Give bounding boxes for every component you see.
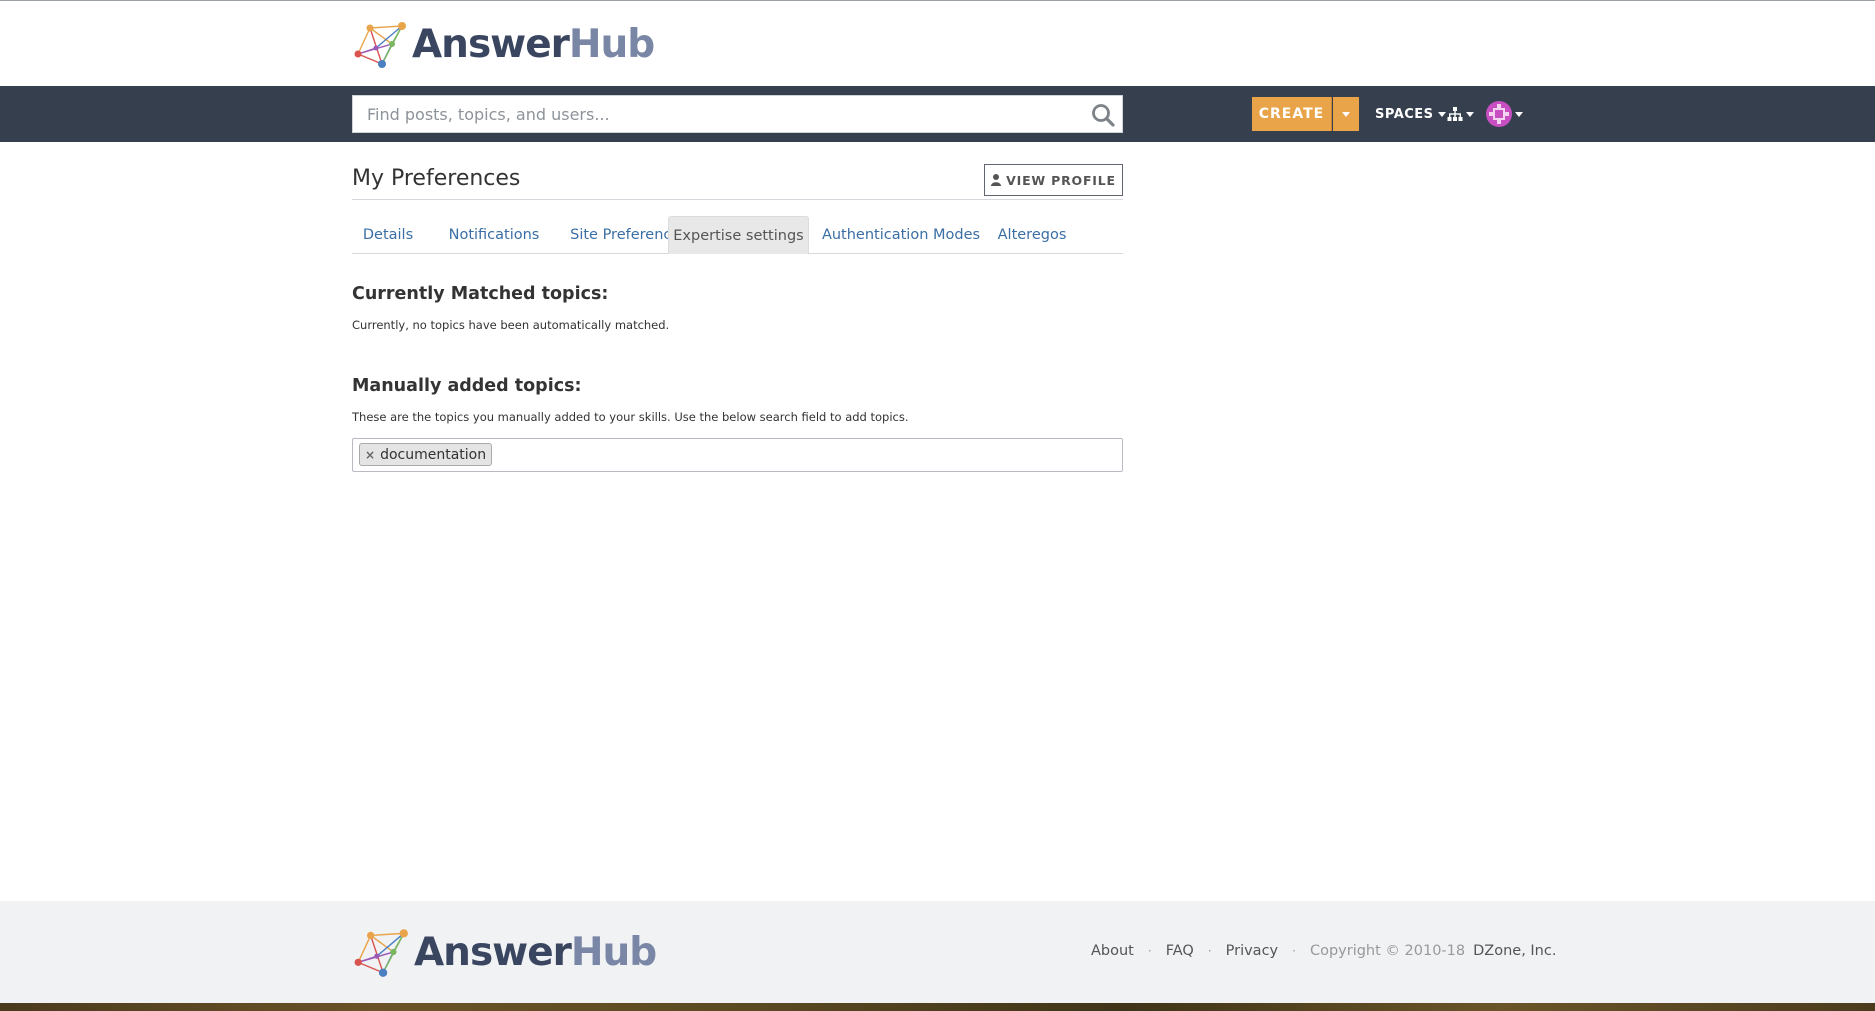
tab-authentication-modes[interactable]: Authentication Modes xyxy=(819,216,983,254)
tab-expertise-settings[interactable]: Expertise settings xyxy=(668,216,809,254)
footer-link-faq[interactable]: FAQ xyxy=(1166,943,1194,959)
title-divider xyxy=(352,199,1123,200)
logo-wordmark: AnswerHub xyxy=(414,929,657,975)
sites-menu[interactable] xyxy=(1447,97,1474,131)
spaces-label: SPACES xyxy=(1375,106,1434,122)
remove-tag-icon[interactable]: × xyxy=(365,448,375,462)
logo-wordmark: AnswerHub xyxy=(412,21,655,67)
separator: · xyxy=(1292,944,1296,958)
matched-topics-text: Currently, no topics have been automatic… xyxy=(352,318,670,332)
chevron-down-icon xyxy=(1515,111,1523,117)
footer-logo[interactable]: AnswerHub xyxy=(352,927,657,977)
matched-topics-heading: Currently Matched topics: xyxy=(352,284,609,304)
manual-topics-text: These are the topics you manually added … xyxy=(352,410,909,424)
spaces-menu[interactable]: SPACES xyxy=(1375,97,1446,131)
chevron-down-icon xyxy=(1466,111,1474,117)
site-header: AnswerHub xyxy=(0,1,1875,86)
chevron-down-icon xyxy=(1437,111,1446,117)
copyright-text: Copyright © 2010-18 xyxy=(1309,943,1466,959)
search-box xyxy=(352,95,1123,133)
footer-link-privacy[interactable]: Privacy xyxy=(1226,943,1279,959)
search-input[interactable] xyxy=(353,96,1053,132)
user-menu[interactable] xyxy=(1486,97,1523,131)
footer-links: About · FAQ · Privacy · Copyright © 2010… xyxy=(1091,943,1556,959)
separator: · xyxy=(1147,944,1152,958)
tab-details[interactable]: Details xyxy=(352,216,424,254)
tab-alteregos[interactable]: Alteregos xyxy=(992,216,1072,254)
company-link[interactable]: DZone, Inc. xyxy=(1473,943,1556,959)
search-icon[interactable] xyxy=(1090,102,1116,128)
manual-topics-heading: Manually added topics: xyxy=(352,376,582,396)
site-logo[interactable]: AnswerHub xyxy=(352,19,655,69)
site-footer: AnswerHub About · FAQ · Privacy · Copyri… xyxy=(0,901,1875,1003)
sitemap-icon xyxy=(1447,107,1463,121)
tab-notifications[interactable]: Notifications xyxy=(436,216,552,254)
view-profile-button[interactable]: VIEW PROFILE xyxy=(984,164,1123,196)
avatar xyxy=(1486,101,1512,127)
preferences-tabs: Details Notifications Site Preferences E… xyxy=(352,216,1123,254)
footer-link-about[interactable]: About xyxy=(1091,943,1134,959)
topic-tag: × documentation xyxy=(359,443,493,466)
network-logo-icon xyxy=(354,929,408,977)
view-profile-label: VIEW PROFILE xyxy=(1006,172,1116,188)
background-strip xyxy=(0,1003,1875,1011)
topic-tag-label: documentation xyxy=(380,446,487,463)
user-icon xyxy=(991,174,1002,186)
chevron-down-icon xyxy=(1342,111,1350,117)
create-button[interactable]: CREATE xyxy=(1252,97,1332,131)
topics-tag-input[interactable]: × documentation xyxy=(352,438,1123,472)
main-navbar: CREATE SPACES xyxy=(0,86,1875,142)
separator: · xyxy=(1207,944,1212,958)
page-title: My Preferences xyxy=(352,166,521,191)
network-logo-icon xyxy=(354,22,406,68)
create-dropdown-toggle[interactable] xyxy=(1333,97,1359,131)
